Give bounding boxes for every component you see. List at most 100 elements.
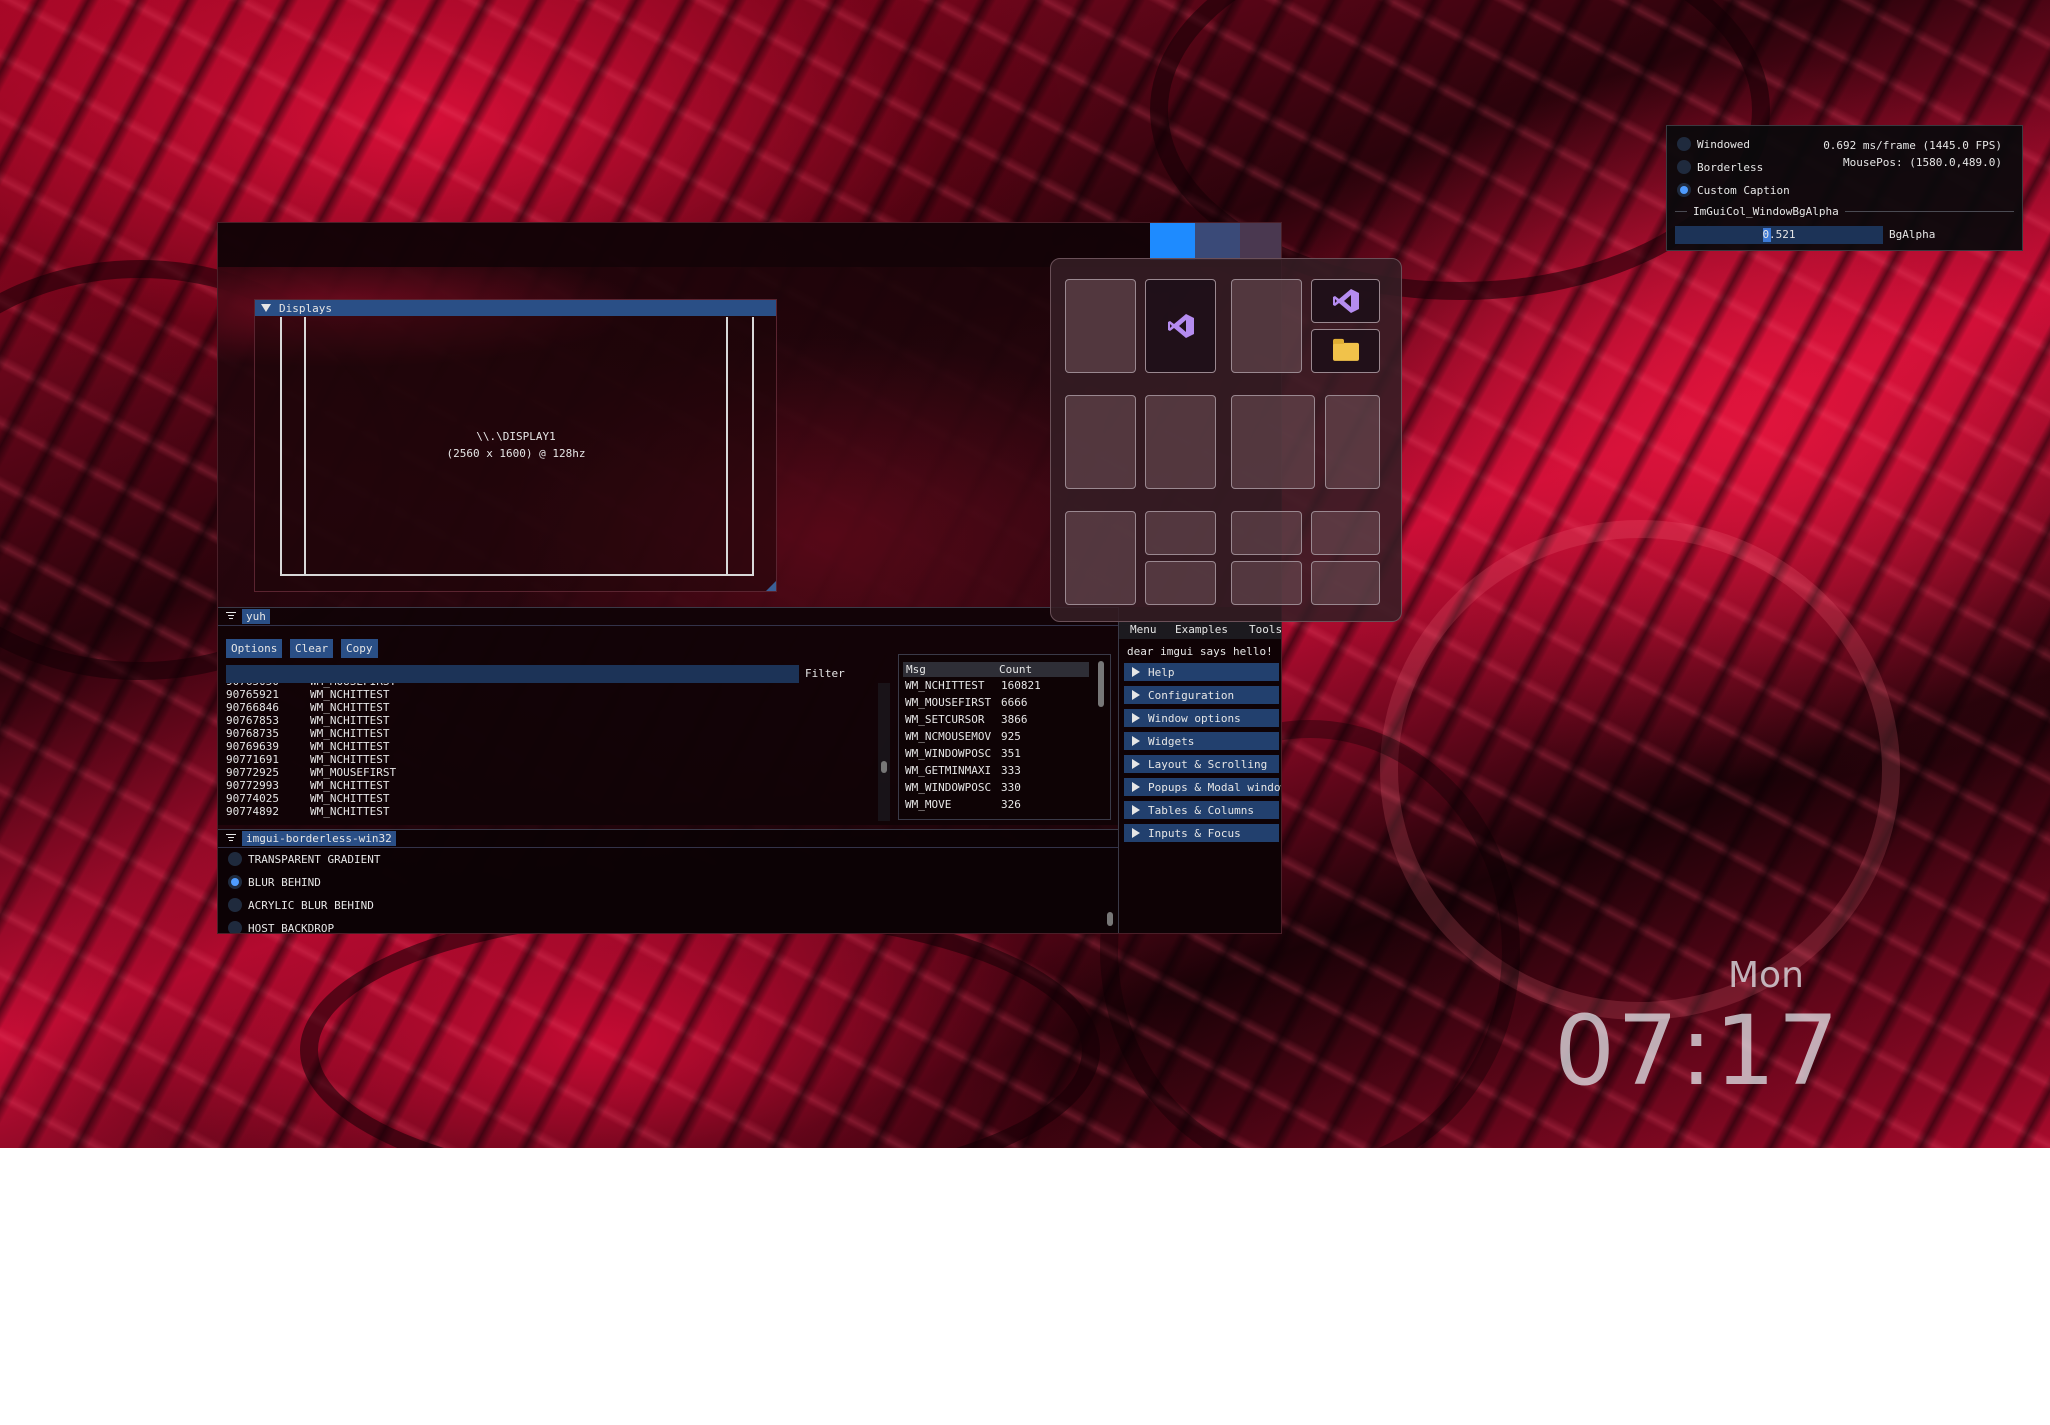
table-cell-msg: WM_SETCURSOR <box>905 713 985 726</box>
demo-header-item[interactable]: Tables & Columns <box>1124 801 1279 819</box>
borderless-scrollbar[interactable] <box>1104 852 1116 933</box>
snap-zone-occupied[interactable] <box>1311 329 1380 373</box>
log-row[interactable]: 90774025 WM_NCHITTEST <box>226 792 389 805</box>
separator-text: ImGuiCol_WindowBgAlpha <box>1675 203 2014 219</box>
radio-transparent-gradient[interactable]: TRANSPARENT GRADIENT <box>228 850 380 868</box>
scrollbar-thumb[interactable] <box>1107 912 1113 926</box>
radio-label: HOST BACKDROP <box>248 921 335 934</box>
options-button[interactable]: Options <box>226 639 283 658</box>
log-row[interactable]: 90767853 WM_NCHITTEST <box>226 714 389 727</box>
snap-zone[interactable] <box>1325 395 1380 489</box>
log-row[interactable]: 90765921 WM_NCHITTEST <box>226 688 389 701</box>
menu-menu[interactable]: Menu <box>1130 623 1157 636</box>
log-scrollbar[interactable] <box>878 683 890 821</box>
snap-zone[interactable] <box>1231 511 1302 555</box>
wallpaper-swirl <box>300 900 1100 1148</box>
scrollbar-thumb[interactable] <box>1098 661 1104 707</box>
log-time: 90769639 <box>226 740 279 753</box>
log-row[interactable]: 90768735 WM_NCHITTEST <box>226 727 389 740</box>
radio-host-backdrop[interactable]: HOST BACKDROP <box>228 919 335 934</box>
log-row[interactable]: 90772925 WM_MOUSEFIRST <box>226 766 396 779</box>
radio-label: Windowed <box>1697 137 1750 151</box>
demo-header-label: Popups & Modal windows <box>1148 780 1282 794</box>
log-time: 90774892 <box>226 805 279 818</box>
log-row[interactable]: 90774892 WM_NCHITTEST <box>226 805 389 818</box>
table-cell-count: 351 <box>1001 747 1021 760</box>
table-row[interactable]: WM_NCMOUSEMOV 925 <box>905 728 1021 745</box>
radio-borderless[interactable]: Borderless <box>1677 158 1763 176</box>
demo-header-item[interactable]: Popups & Modal windows <box>1124 778 1282 796</box>
demo-header-item[interactable]: Layout & Scrolling <box>1124 755 1279 773</box>
demo-header-label: Window options <box>1148 711 1241 725</box>
filter-label: Filter <box>805 667 845 680</box>
demo-header-item[interactable]: Window options <box>1124 709 1279 727</box>
snap-zone[interactable] <box>1145 561 1216 605</box>
radio-windowed[interactable]: Windowed <box>1677 135 1750 153</box>
snap-zone[interactable] <box>1065 511 1136 605</box>
log-message: WM_NCHITTEST <box>310 740 390 753</box>
menu-examples[interactable]: Examples <box>1175 623 1228 636</box>
mouse-pos-text: MousePos: (1580.0,489.0) <box>1843 156 2002 169</box>
maximize-button[interactable] <box>1195 223 1240 260</box>
radio-acrylic-blur-behind[interactable]: ACRYLIC BLUR BEHIND <box>228 896 374 914</box>
snap-zone[interactable] <box>1065 395 1136 489</box>
menu-tools[interactable]: Tools <box>1249 623 1281 636</box>
table-row[interactable]: WM_NCHITTEST 160821 <box>905 677 1041 694</box>
snap-zone[interactable] <box>1311 511 1380 555</box>
snap-zone-occupied[interactable] <box>1145 279 1216 373</box>
snap-zone[interactable] <box>1145 395 1216 489</box>
column-header-count[interactable]: Count <box>999 663 1032 676</box>
log-message: WM_NCHITTEST <box>310 805 390 818</box>
snap-zone[interactable] <box>1231 395 1315 489</box>
snap-zone[interactable] <box>1065 279 1136 373</box>
snap-zone[interactable] <box>1311 561 1380 605</box>
monitor-name: \\.\DISPLAY1 <box>476 430 556 443</box>
demo-header-item[interactable]: Widgets <box>1124 732 1279 750</box>
minimize-button[interactable] <box>1150 223 1195 260</box>
log-message: WM_NCHITTEST <box>310 688 390 701</box>
log-list[interactable]: 90765050WM_MOUSEFIRST90765921WM_NCHITTES… <box>226 683 886 821</box>
table-row[interactable]: WM_MOUSEFIRST 6666 <box>905 694 1028 711</box>
log-time: 90765921 <box>226 688 279 701</box>
log-header[interactable]: yuh <box>218 608 1118 626</box>
demo-header-item[interactable]: Help <box>1124 663 1279 681</box>
frame-time-text: 0.692 ms/frame (1445.0 FPS) <box>1823 139 2002 152</box>
log-row[interactable]: 90772993 WM_NCHITTEST <box>226 779 389 792</box>
scrollbar-thumb[interactable] <box>881 761 887 773</box>
table-cell-msg: WM_NCMOUSEMOV <box>905 730 992 743</box>
borderless-header[interactable]: imgui-borderless-win32 <box>218 830 1118 848</box>
bg-alpha-slider[interactable]: 0.521 <box>1675 226 1883 244</box>
snap-zone[interactable] <box>1231 561 1302 605</box>
demo-header-item[interactable]: Configuration <box>1124 686 1279 704</box>
snap-zone[interactable] <box>1145 511 1216 555</box>
table-row[interactable]: WM_WINDOWPOSC 351 <box>905 745 1021 762</box>
radio-blur-behind[interactable]: BLUR BEHIND <box>228 873 321 891</box>
demo-header-label: Help <box>1148 665 1175 679</box>
log-time: 90772925 <box>226 766 279 779</box>
clear-button[interactable]: Clear <box>290 639 334 658</box>
collapse-arrow-icon <box>261 304 271 312</box>
demo-header-label: Inputs & Focus <box>1148 826 1241 840</box>
log-time: 90767853 <box>226 714 279 727</box>
table-row[interactable]: WM_GETMINMAXI 333 <box>905 762 1021 779</box>
close-button[interactable] <box>1240 223 1281 260</box>
column-header-msg[interactable]: Msg <box>906 663 926 676</box>
table-cell-msg: WM_GETMINMAXI <box>905 764 992 777</box>
table-row[interactable]: WM_SETCURSOR 3866 <box>905 711 1028 728</box>
snap-zone[interactable] <box>1231 279 1302 373</box>
log-row[interactable]: 90769639 WM_NCHITTEST <box>226 740 389 753</box>
table-scrollbar[interactable] <box>1095 659 1107 817</box>
snap-zone-occupied[interactable] <box>1311 279 1380 323</box>
demo-header-item[interactable]: Inputs & Focus <box>1124 824 1279 842</box>
log-row[interactable]: 90771691 WM_NCHITTEST <box>226 753 389 766</box>
log-message: WM_NCHITTEST <box>310 701 390 714</box>
log-row[interactable]: 90766846 WM_NCHITTEST <box>226 701 389 714</box>
radio-custom-caption[interactable]: Custom Caption <box>1677 181 1790 199</box>
copy-button[interactable]: Copy <box>341 639 378 658</box>
displays-header[interactable]: Displays <box>255 300 776 316</box>
radio-label: Custom Caption <box>1697 183 1790 197</box>
resize-grip[interactable] <box>766 581 776 591</box>
filter-input[interactable] <box>226 665 799 683</box>
table-row[interactable]: WM_MOVE 326 <box>905 796 1021 813</box>
table-row[interactable]: WM_WINDOWPOSC 330 <box>905 779 1021 796</box>
